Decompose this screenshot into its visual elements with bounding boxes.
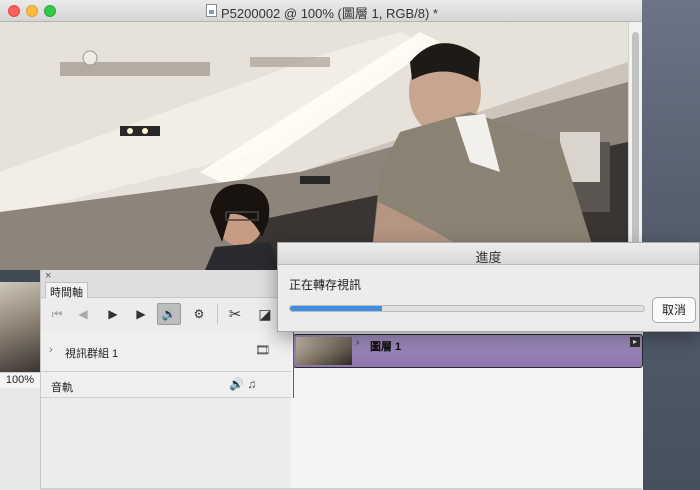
track-label: 視訊群組 1: [65, 348, 119, 360]
transport-controls: ⏮ ◀ ▶ ▶ 🔊 ⚙ ✂ ◪: [41, 298, 291, 330]
clip-chevron-icon[interactable]: ›: [356, 337, 359, 348]
progress-dialog: 進度 正在轉存視訊 取消: [277, 242, 700, 332]
clip-end-handle-icon[interactable]: ▸: [630, 337, 640, 347]
track-label: 音軌: [51, 382, 73, 394]
image-canvas[interactable]: [0, 22, 628, 270]
clip-name: 圖層 1: [370, 341, 402, 353]
settings-gear-icon[interactable]: ⚙: [187, 303, 211, 325]
dialog-title: 進度: [475, 250, 502, 265]
previous-frame-icon[interactable]: ◀: [71, 303, 95, 325]
document-icon: [206, 4, 217, 17]
zoom-level[interactable]: 100%: [0, 372, 40, 388]
progress-bar-fill: [290, 306, 383, 311]
audio-mute-icon[interactable]: 🔊: [157, 303, 181, 325]
next-frame-icon[interactable]: ▶: [129, 303, 153, 325]
tab-timeline[interactable]: 時間軸: [45, 282, 88, 299]
clip-thumbnail: [296, 337, 352, 365]
close-panel-icon[interactable]: ×: [45, 270, 51, 282]
transition-icon[interactable]: ◪: [253, 303, 277, 325]
navigator-preview: [0, 270, 40, 378]
minimize-window-button[interactable]: [26, 5, 38, 17]
vertical-scrollbar[interactable]: [628, 22, 642, 270]
photo-content: [0, 22, 628, 270]
window-titlebar[interactable]: P5200002 @ 100% (圖層 1, RGB/8) *: [0, 0, 642, 22]
play-icon[interactable]: ▶: [101, 303, 125, 325]
window-title: P5200002 @ 100% (圖層 1, RGB/8) *: [221, 6, 438, 21]
playhead[interactable]: [293, 330, 294, 398]
expand-chevron-icon[interactable]: ›: [49, 344, 53, 356]
navigator-thumbnail: [0, 282, 40, 372]
first-frame-icon[interactable]: ⏮: [45, 303, 69, 325]
dialog-titlebar[interactable]: 進度: [278, 243, 699, 265]
progress-bar: [289, 305, 645, 312]
zoom-window-button[interactable]: [44, 5, 56, 17]
track-audio[interactable]: 音軌 🔊 ♫: [41, 372, 291, 398]
progress-message: 正在轉存視訊: [289, 278, 362, 292]
close-window-button[interactable]: [8, 5, 20, 17]
track-video-group[interactable]: › 視訊群組 1 🎞: [41, 330, 291, 372]
audio-music-icon[interactable]: 🔊 ♫: [229, 377, 256, 391]
split-scissors-icon[interactable]: ✂: [223, 303, 247, 325]
toolbar-divider: [217, 304, 218, 324]
film-strip-icon[interactable]: 🎞: [255, 343, 270, 357]
cancel-button[interactable]: 取消: [652, 297, 696, 323]
video-clip[interactable]: › 圖層 1 ▸: [293, 334, 643, 368]
scrollbar-thumb[interactable]: [632, 32, 639, 252]
